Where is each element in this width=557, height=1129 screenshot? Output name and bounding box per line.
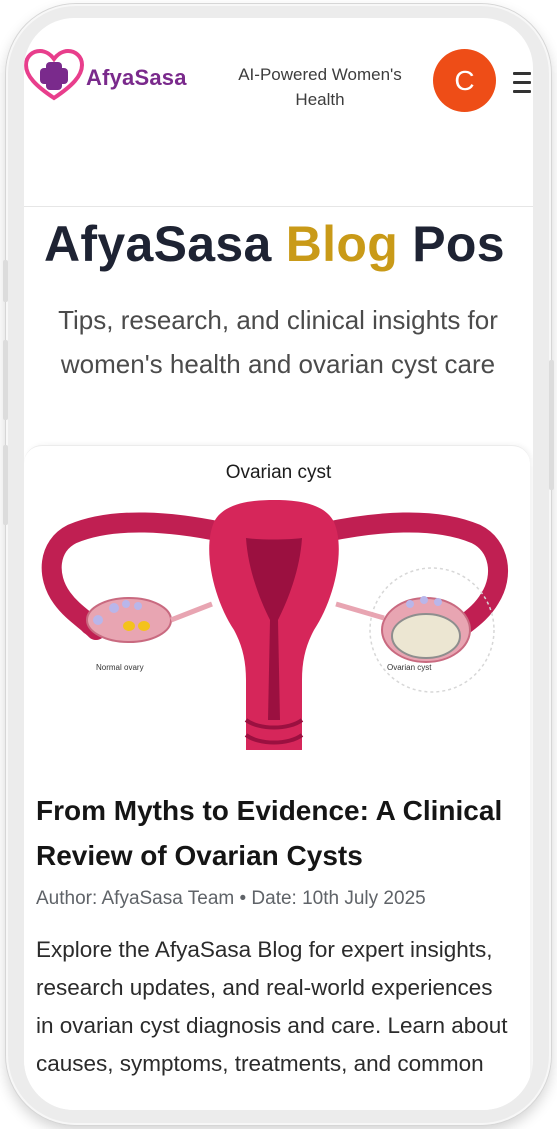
phone-side-button	[3, 260, 8, 302]
header-divider	[24, 206, 533, 207]
header-tagline: AI-Powered Women's Health	[238, 65, 402, 109]
title-part-1: AfyaSasa	[44, 216, 286, 272]
phone-side-button	[549, 360, 554, 490]
user-avatar[interactable]: C	[433, 49, 496, 112]
label-ovarian-cyst: Ovarian cyst	[387, 663, 432, 672]
ovarian-cyst-illustration[interactable]	[34, 480, 514, 750]
post-excerpt: Explore the AfyaSasa Blog for expert ins…	[36, 937, 508, 1076]
app-header: AfyaSasa AI-Powered Women's Health C	[24, 18, 533, 138]
page-subtitle: Tips, research, and clinical insights fo…	[58, 305, 498, 379]
title-accent: Blog	[285, 216, 399, 272]
label-normal-ovary: Normal ovary	[96, 663, 144, 672]
title-part-2: Pos	[398, 216, 505, 272]
brand-name[interactable]: AfyaSasa	[86, 65, 187, 91]
post-meta: Author: AfyaSasa Team • Date: 10th July …	[36, 888, 426, 909]
hamburger-icon[interactable]	[513, 72, 533, 94]
heart-cross-logo-icon[interactable]	[24, 48, 84, 104]
avatar-initial: C	[454, 64, 475, 96]
phone-screen: AfyaSasa AI-Powered Women's Health C Afy…	[24, 18, 533, 1110]
phone-side-button	[3, 340, 8, 420]
post-title[interactable]: From Myths to Evidence: A Clinical Revie…	[36, 788, 516, 878]
phone-side-button	[3, 445, 8, 525]
page-title: AfyaSasa Blog Pos	[44, 215, 505, 273]
